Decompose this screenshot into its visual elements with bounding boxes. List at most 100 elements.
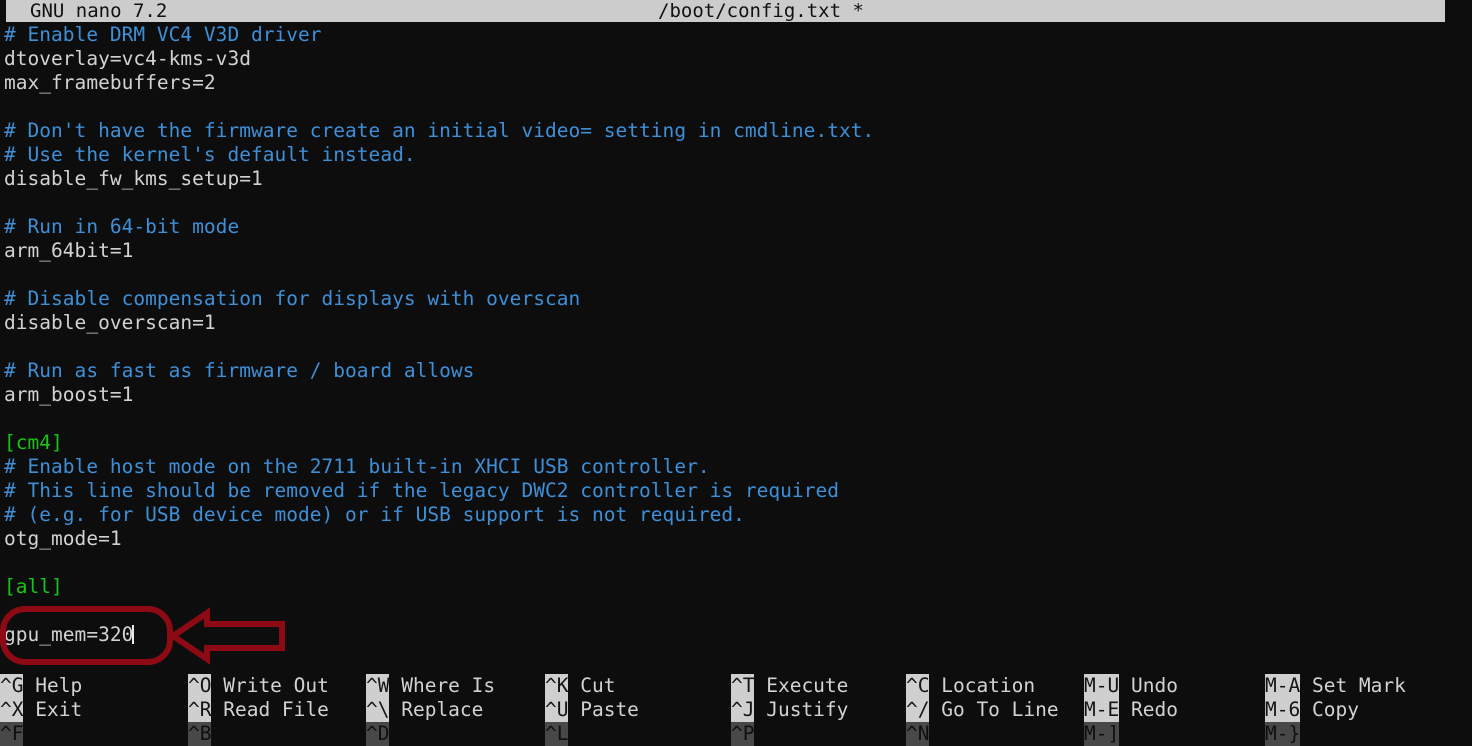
shortcut-item[interactable]: M-E Redo xyxy=(1084,698,1178,722)
editor-line[interactable]: arm_boost=1 xyxy=(0,383,1472,407)
shortcut-label xyxy=(1300,722,1312,746)
shortcut-label xyxy=(568,722,580,746)
shortcut-item[interactable]: ^K Cut xyxy=(545,674,615,698)
shortcut-label: Replace xyxy=(389,698,484,721)
editor-line[interactable]: [cm4] xyxy=(0,431,1472,455)
shortcut-item[interactable]: ^C Location xyxy=(906,674,1035,698)
shortcut-key-badge: ^D xyxy=(366,722,390,746)
shortcut-label: Write Out xyxy=(211,674,329,697)
editor-line[interactable]: max_framebuffers=2 xyxy=(0,71,1472,95)
shortcut-label: Paste xyxy=(568,698,639,721)
editor-line[interactable]: [all] xyxy=(0,575,1472,599)
shortcut-key-badge: ^T xyxy=(731,674,755,698)
shortcut-key-badge: M-6 xyxy=(1265,698,1301,722)
editor-line[interactable]: # Run in 64-bit mode xyxy=(0,215,1472,239)
editor-line[interactable]: disable_fw_kms_setup=1 xyxy=(0,167,1472,191)
shortcut-item[interactable]: ^F xyxy=(0,722,35,746)
shortcut-label xyxy=(389,722,401,746)
shortcut-key-badge: ^G xyxy=(0,674,24,698)
shortcut-label: Cut xyxy=(568,674,616,697)
shortcut-key-badge: M-U xyxy=(1084,674,1120,698)
shortcut-key-badge: ^N xyxy=(906,722,930,746)
shortcut-key-badge: ^P xyxy=(731,722,755,746)
shortcut-label: Go To Line xyxy=(929,698,1059,721)
text-cursor xyxy=(132,625,135,644)
editor-line[interactable]: dtoverlay=vc4-kms-v3d xyxy=(0,47,1472,71)
shortcut-label: Redo xyxy=(1119,698,1178,721)
shortcut-key-badge: ^C xyxy=(906,674,930,698)
shortcut-item[interactable]: M-] xyxy=(1084,722,1131,746)
shortcut-item[interactable]: ^X Exit xyxy=(0,698,82,722)
shortcut-label: Copy xyxy=(1300,698,1359,721)
shortcut-label xyxy=(211,722,223,746)
editor-line[interactable] xyxy=(0,335,1472,359)
editor-text-area[interactable]: # Enable DRM VC4 V3D driver dtoverlay=vc4… xyxy=(0,23,1472,669)
shortcut-item[interactable]: M-} xyxy=(1265,722,1312,746)
shortcut-key-badge: ^U xyxy=(545,698,569,722)
shortcut-item[interactable]: ^D xyxy=(366,722,401,746)
shortcut-key-badge: M-} xyxy=(1265,722,1301,746)
shortcut-item[interactable]: ^N xyxy=(906,722,941,746)
shortcut-item[interactable]: ^U Paste xyxy=(545,698,639,722)
shortcut-label: Execute xyxy=(754,674,849,697)
editor-line[interactable]: # This line should be removed if the leg… xyxy=(0,479,1472,503)
editor-line[interactable]: # Disable compensation for displays with… xyxy=(0,287,1472,311)
shortcut-key-badge: ^F xyxy=(0,722,24,746)
shortcut-label xyxy=(1119,722,1131,746)
shortcut-item[interactable]: ^P xyxy=(731,722,766,746)
shortcut-status-bar: ^G Help ^O Write Out ^W Where Is ^K Cut ^T E… xyxy=(0,672,1472,746)
shortcut-label: Help xyxy=(23,674,83,697)
editor-line[interactable]: # Don't have the firmware create an init… xyxy=(0,119,1472,143)
shortcut-row-1: ^G Help ^O Write Out ^W Where Is ^K Cut ^T E… xyxy=(0,674,1472,698)
shortcut-key-badge: ^K xyxy=(545,674,569,698)
shortcut-item[interactable]: M-A Set Mark xyxy=(1265,674,1406,698)
editor-line[interactable]: arm_64bit=1 xyxy=(0,239,1472,263)
shortcut-key-badge: ^O xyxy=(188,674,212,698)
filename-label: /boot/config.txt * xyxy=(658,0,864,22)
shortcut-label: Exit xyxy=(23,698,83,721)
editor-line[interactable] xyxy=(0,599,1472,623)
editor-line[interactable]: otg_mode=1 xyxy=(0,527,1472,551)
editor-line[interactable]: disable_overscan=1 xyxy=(0,311,1472,335)
shortcut-item[interactable]: ^B xyxy=(188,722,223,746)
shortcut-key-badge: ^J xyxy=(731,698,755,722)
editor-line[interactable]: # Use the kernel's default instead. xyxy=(0,143,1472,167)
shortcut-row-2: ^X Exit ^R Read File ^\ Replace ^U Paste ^J … xyxy=(0,698,1472,722)
shortcut-key-badge: ^/ xyxy=(906,698,930,722)
shortcut-item[interactable]: ^J Justify xyxy=(731,698,848,722)
shortcut-item[interactable]: ^/ Go To Line xyxy=(906,698,1059,722)
shortcut-item[interactable]: ^\ Replace xyxy=(366,698,483,722)
editor-line[interactable] xyxy=(0,551,1472,575)
editor-line[interactable]: # (e.g. for USB device mode) or if USB s… xyxy=(0,503,1472,527)
editor-line[interactable]: gpu_mem=320 xyxy=(0,623,1472,647)
shortcut-key-badge: ^B xyxy=(188,722,212,746)
title-bar: GNU nano 7.2 /boot/config.txt * xyxy=(6,0,1445,22)
editor-line[interactable] xyxy=(0,191,1472,215)
shortcut-item[interactable]: ^R Read File xyxy=(188,698,329,722)
shortcut-key-badge: M-A xyxy=(1265,674,1301,698)
editor-line[interactable] xyxy=(0,263,1472,287)
shortcut-item[interactable]: ^W Where Is xyxy=(366,674,495,698)
shortcut-label: Read File xyxy=(211,698,329,721)
shortcut-item[interactable]: ^T Execute xyxy=(731,674,848,698)
shortcut-label xyxy=(754,722,766,746)
shortcut-key-badge: ^R xyxy=(188,698,212,722)
shortcut-label xyxy=(23,722,35,746)
shortcut-key-badge: ^W xyxy=(366,674,390,698)
shortcut-item[interactable]: ^O Write Out xyxy=(188,674,329,698)
shortcut-item[interactable]: ^G Help xyxy=(0,674,82,698)
shortcut-key-badge: M-E xyxy=(1084,698,1120,722)
editor-line[interactable] xyxy=(0,95,1472,119)
shortcut-item[interactable]: ^L xyxy=(545,722,580,746)
shortcut-item[interactable]: M-6 Copy xyxy=(1265,698,1359,722)
shortcut-row-3: ^F ^B ^D ^L ^P ^N M-] M-} xyxy=(0,722,1472,746)
editor-line[interactable] xyxy=(0,407,1472,431)
shortcut-label: Where Is xyxy=(389,674,496,697)
shortcut-item[interactable]: M-U Undo xyxy=(1084,674,1178,698)
editor-line[interactable]: # Enable host mode on the 2711 built-in … xyxy=(0,455,1472,479)
editor-line[interactable]: # Enable DRM VC4 V3D driver xyxy=(0,23,1472,47)
editor-line[interactable]: # Run as fast as firmware / board allows xyxy=(0,359,1472,383)
shortcut-key-badge: M-] xyxy=(1084,722,1120,746)
shortcut-label: Justify xyxy=(754,698,849,721)
shortcut-label xyxy=(929,722,941,746)
